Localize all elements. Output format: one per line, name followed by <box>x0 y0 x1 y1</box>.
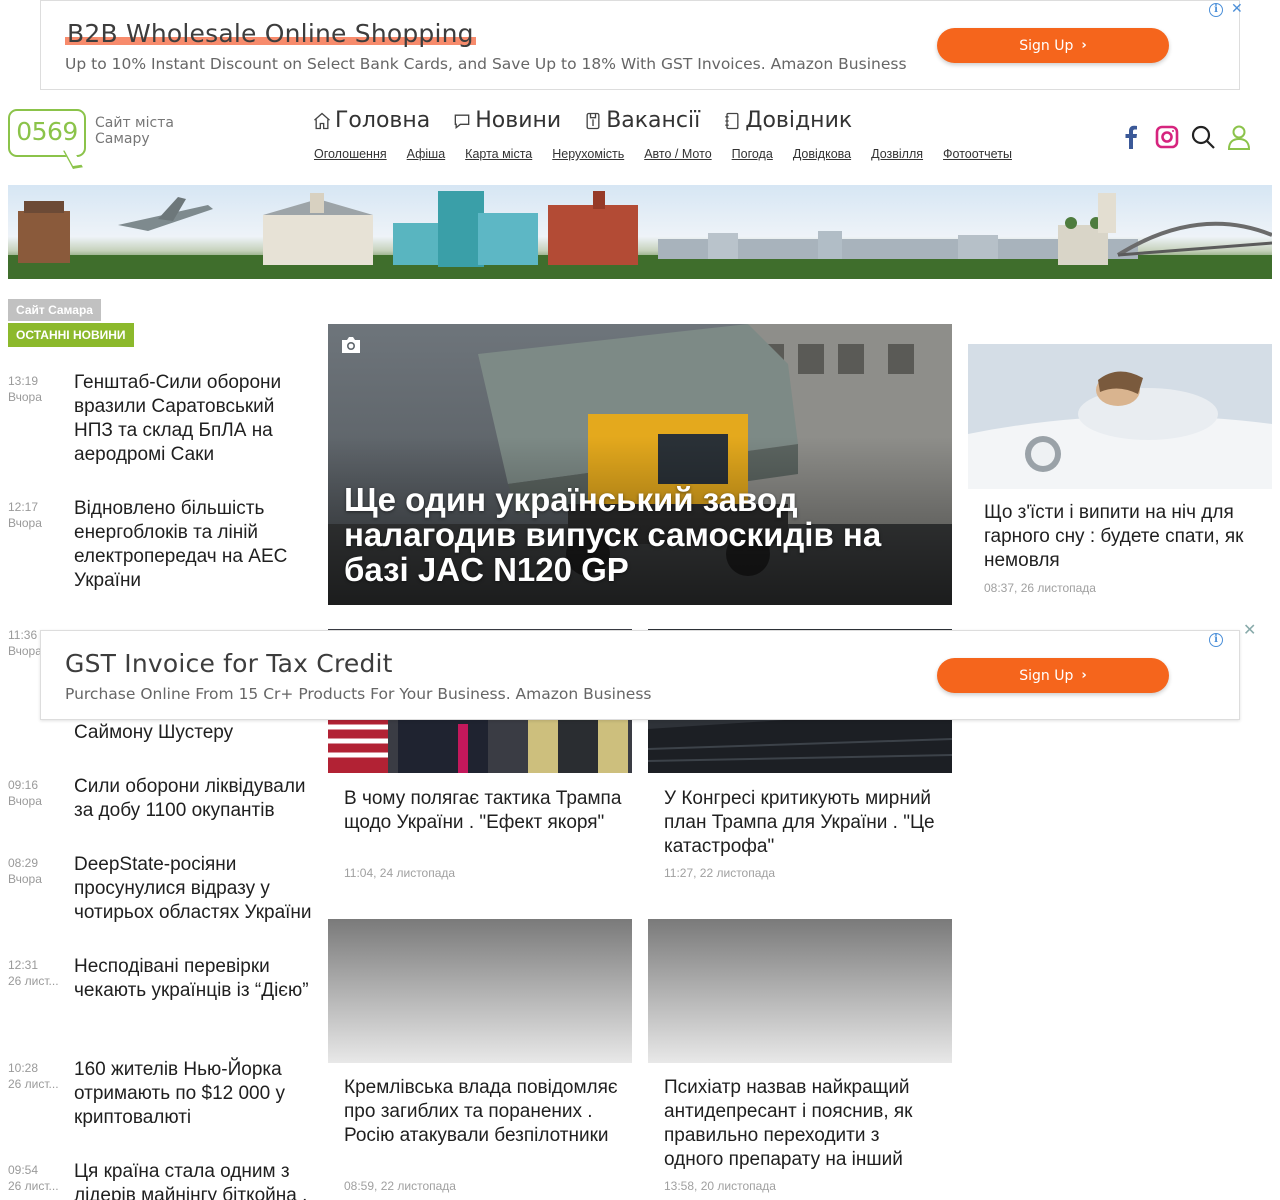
news-time: 08:29 Вчора <box>8 856 42 886</box>
logo-text: Сайт міста Самару <box>95 115 174 147</box>
camera-icon <box>342 337 360 353</box>
nav-item-news[interactable]: Новини <box>452 108 561 133</box>
nav-item-vacancies[interactable]: Вакансії <box>583 108 700 133</box>
side-card-date: 08:37, 26 листопада <box>984 581 1096 595</box>
news-time: 12:31 26 лист... <box>8 958 59 988</box>
card-title[interactable]: В чому полягає тактика Трампа щодо Украї… <box>344 787 624 835</box>
subnav-photo-reports[interactable]: Фотоотчеты <box>943 147 1012 161</box>
news-title[interactable]: Саймону Шустеру <box>74 721 318 745</box>
notebook-icon <box>725 112 739 129</box>
subnav-leisure[interactable]: Дозвілля <box>871 147 923 161</box>
nav-item-directory[interactable]: Довідник <box>722 108 852 133</box>
hero-title[interactable]: Ще один український завод налагодив випу… <box>344 482 944 587</box>
header-icons <box>1118 122 1252 152</box>
main-nav: Головна Новини Вакансії Довідник <box>312 108 874 133</box>
subnav-reference[interactable]: Довідкова <box>793 147 851 161</box>
logo-line-1: Сайт міста <box>95 115 174 131</box>
subnav-real-estate[interactable]: Нерухомість <box>552 147 624 161</box>
top-ad-banner[interactable]: B2B Wholesale Online Shopping Up to 10% … <box>40 0 1243 90</box>
chevron-right-icon: › <box>1081 668 1087 683</box>
news-time: 10:28 26 лист... <box>8 1061 59 1091</box>
latest-news-tag[interactable]: ОСТАННІ НОВИНИ <box>8 323 134 347</box>
nav-label: Головна <box>335 108 431 133</box>
news-time: 09:54 26 лист... <box>8 1163 59 1193</box>
subnav-city-map[interactable]: Карта міста <box>465 147 532 161</box>
subnav-auto[interactable]: Авто / Мото <box>644 147 711 161</box>
ad-signup-button[interactable]: Sign Up › <box>937 658 1169 693</box>
subnav-ads[interactable]: Оголошення <box>314 147 387 161</box>
news-title[interactable]: Генштаб-Сили оборони вразили Саратовськи… <box>74 371 318 467</box>
ad-description: Up to 10% Instant Discount on Select Ban… <box>65 55 907 73</box>
city-panorama-banner <box>8 185 1272 279</box>
user-icon[interactable] <box>1226 122 1252 152</box>
ad-title[interactable]: B2B Wholesale Online Shopping <box>65 19 476 48</box>
card-date: 11:04, 24 листопада <box>344 866 456 880</box>
news-title[interactable]: DeepState-росіяни просунулися відразу у … <box>74 853 318 925</box>
card-title[interactable]: Кремлівська влада повідомляє про загибли… <box>344 1076 624 1148</box>
logo-line-2: Самару <box>95 131 150 147</box>
card-title[interactable]: Психіатр назвав найкращий антидепресант … <box>664 1076 944 1172</box>
nav-label: Вакансії <box>606 108 701 133</box>
card-date: 08:59, 22 листопада <box>344 1179 456 1193</box>
ad-signup-label: Sign Up <box>1019 667 1074 684</box>
news-time: 09:16 Вчора <box>8 778 42 808</box>
mid-ad-banner[interactable]: GST Invoice for Tax Credit Purchase Onli… <box>40 630 1240 720</box>
nav-item-home[interactable]: Головна <box>312 108 430 133</box>
site-tag[interactable]: Сайт Самара <box>8 299 101 321</box>
search-icon[interactable] <box>1190 122 1216 152</box>
ad-description: Purchase Online From 15 Cr+ Products For… <box>65 685 652 703</box>
news-title[interactable]: Сили оборони ліквідували за добу 1100 ок… <box>74 775 318 823</box>
ad-close-icon[interactable]: ✕ <box>1243 620 1256 640</box>
sub-nav: Оголошення Афіша Карта міста Нерухомість… <box>314 147 1032 161</box>
hero-article[interactable]: Ще один український завод налагодив випу… <box>328 324 952 605</box>
card-date: 11:27, 22 листопада <box>664 866 776 880</box>
logo-number: 0569 <box>8 109 86 157</box>
card-title[interactable]: У Конгресі критикують мирний план Трампа… <box>664 787 944 859</box>
home-icon <box>314 112 330 129</box>
subnav-events[interactable]: Афіша <box>407 147 446 161</box>
news-time: 13:19 Вчора <box>8 374 42 404</box>
facebook-icon[interactable] <box>1118 122 1144 152</box>
side-card-title[interactable]: Що з'їсти і випити на ніч для гарного сн… <box>984 501 1264 573</box>
chevron-right-icon: › <box>1081 38 1087 53</box>
ad-signup-button[interactable]: Sign Up › <box>937 28 1169 63</box>
news-title[interactable]: Відновлено більшість енергоблоків та лін… <box>74 497 318 593</box>
ad-signup-label: Sign Up <box>1019 37 1074 54</box>
news-title[interactable]: Ця країна стала одним з лідерів майнінгу… <box>74 1160 318 1200</box>
chat-bubble-icon <box>454 114 470 129</box>
nav-label: Довідник <box>745 108 853 133</box>
subnav-weather[interactable]: Погода <box>732 147 773 161</box>
nav-label: Новини <box>475 108 562 133</box>
news-time: 12:17 Вчора <box>8 500 42 530</box>
ad-close-icon[interactable]: ✕ <box>1231 0 1243 17</box>
card-image-placeholder <box>328 919 632 1063</box>
briefcase-icon <box>586 112 600 129</box>
card-date: 13:58, 20 листопада <box>664 1179 776 1193</box>
city-panorama-illustration <box>8 191 1272 279</box>
sleeping-woman-photo <box>968 344 1272 489</box>
news-title[interactable]: Несподівані перевірки чекають українців … <box>74 955 318 1003</box>
instagram-icon[interactable] <box>1154 122 1180 152</box>
card-image-placeholder <box>648 919 952 1063</box>
ad-info-icon[interactable]: i <box>1209 633 1223 647</box>
news-title[interactable]: 160 жителів Нью-Йорка отримають по $12 0… <box>74 1058 318 1130</box>
ad-info-icon[interactable]: i <box>1209 3 1223 17</box>
ad-title[interactable]: GST Invoice for Tax Credit <box>65 649 393 678</box>
side-card-image <box>968 344 1272 489</box>
